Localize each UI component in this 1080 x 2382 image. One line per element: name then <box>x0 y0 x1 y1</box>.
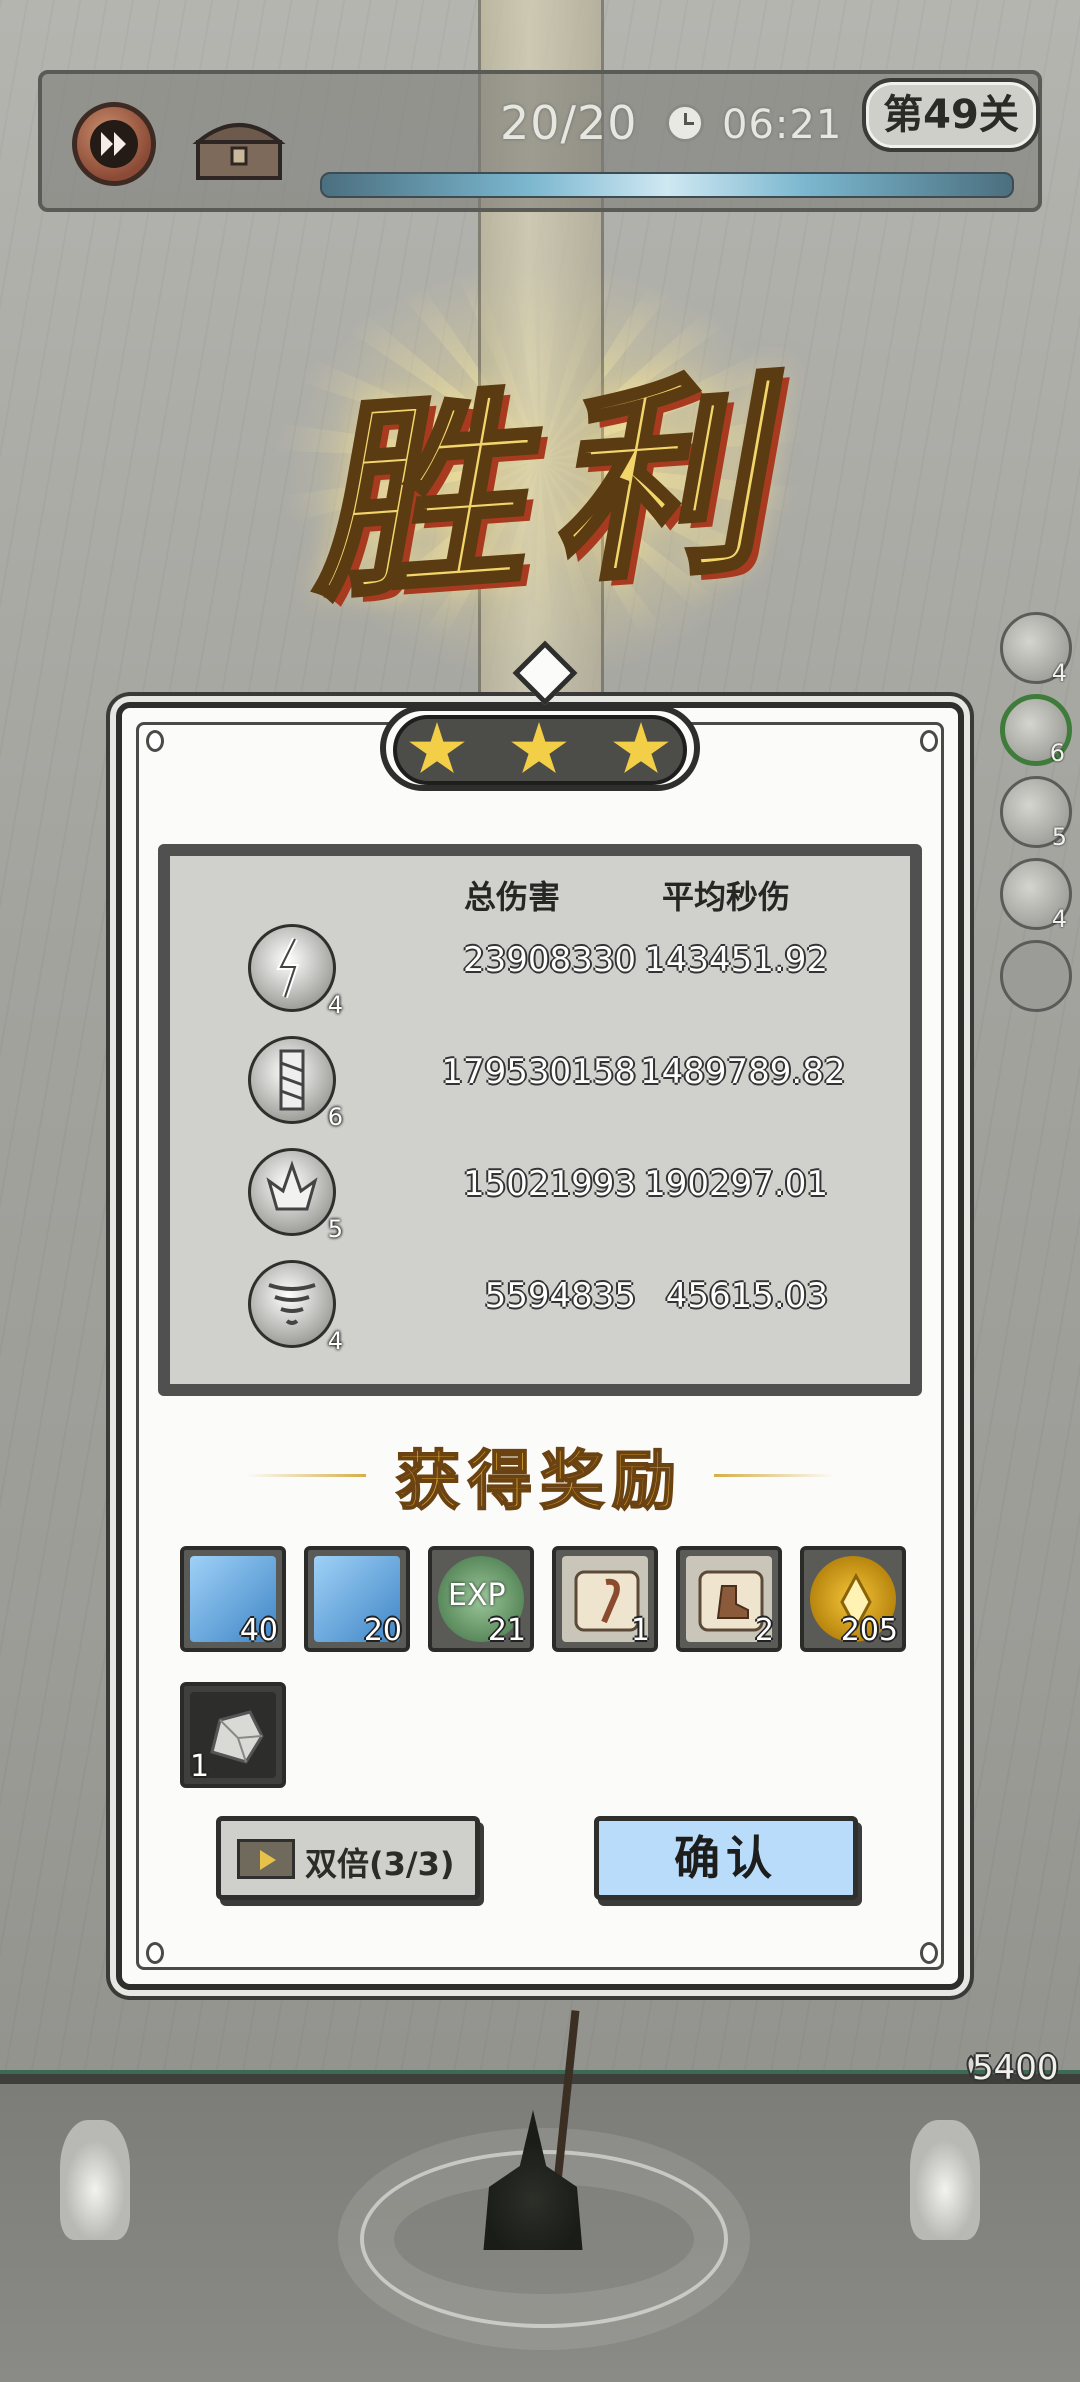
double-reward-button[interactable]: 双倍(3/3) <box>216 1816 480 1900</box>
level-badge: 第49关 <box>862 78 1040 152</box>
reward-drill-card[interactable]: 20 <box>304 1546 410 1652</box>
fast-forward-button[interactable] <box>72 102 156 186</box>
reward-staff-scroll[interactable]: 1 <box>552 1546 658 1652</box>
avg-dps-value: 143451.92 <box>644 940 828 980</box>
clock-icon <box>666 104 704 142</box>
side-skill-crystal[interactable]: 5 <box>1000 776 1072 851</box>
total-damage-value: 5594835 <box>484 1276 636 1316</box>
fast-forward-icon <box>90 120 138 168</box>
rivet <box>920 1942 938 1964</box>
avg-dps-value: 1489789.82 <box>640 1052 846 1092</box>
reward-ore-stone[interactable]: 1 <box>180 1682 286 1788</box>
lightning-skill-icon: 4 <box>248 924 343 1019</box>
avg-dps-value: 45615.03 <box>665 1276 828 1316</box>
reward-exp[interactable]: EXP 21 <box>428 1546 534 1652</box>
battle-timer: 06:21 <box>722 102 843 148</box>
reward-tornado-card[interactable]: 40 <box>180 1546 286 1652</box>
wave-counter: 20/20 <box>500 96 638 150</box>
rivet <box>920 730 938 752</box>
rewards-title: 获得奖励 <box>395 1444 684 1520</box>
side-skill-lightning[interactable]: 4 <box>1000 612 1072 687</box>
wave-progress-bar <box>320 172 1014 198</box>
drill-skill-icon: 6 <box>248 1036 343 1131</box>
gold-counter: 5400 <box>972 2048 1059 2088</box>
rivet <box>146 1942 164 1964</box>
video-ad-icon <box>237 1839 295 1879</box>
ally-unit-left <box>60 2120 130 2240</box>
header-avg-dps: 平均秒伤 <box>662 878 791 916</box>
defense-line <box>0 2070 1080 2074</box>
header-total-damage: 总伤害 <box>464 878 561 916</box>
reward-gold-coin[interactable]: 205 <box>800 1546 906 1652</box>
crystal-skill-icon: 5 <box>248 1148 343 1243</box>
treasure-chest-icon <box>192 123 286 180</box>
reward-boot-scroll[interactable]: 2 <box>676 1546 782 1652</box>
ally-unit-right <box>910 2120 980 2240</box>
total-damage-value: 23908330 <box>462 940 636 980</box>
tornado-skill-icon: 4 <box>248 1260 343 1355</box>
total-damage-value: 15021993 <box>462 1164 636 1204</box>
side-skill-tornado[interactable]: 4 <box>1000 858 1072 933</box>
avg-dps-value: 190297.01 <box>644 1164 828 1204</box>
rivet <box>146 730 164 752</box>
confirm-button[interactable]: 确认 <box>594 1816 858 1900</box>
victory-title: 胜利 <box>299 348 801 632</box>
treasure-chest-button[interactable] <box>190 108 288 184</box>
side-skill-drill[interactable]: 6 <box>1000 694 1072 767</box>
total-damage-value: 179530158 <box>441 1052 636 1092</box>
side-skill-empty-slot <box>1000 940 1072 1012</box>
